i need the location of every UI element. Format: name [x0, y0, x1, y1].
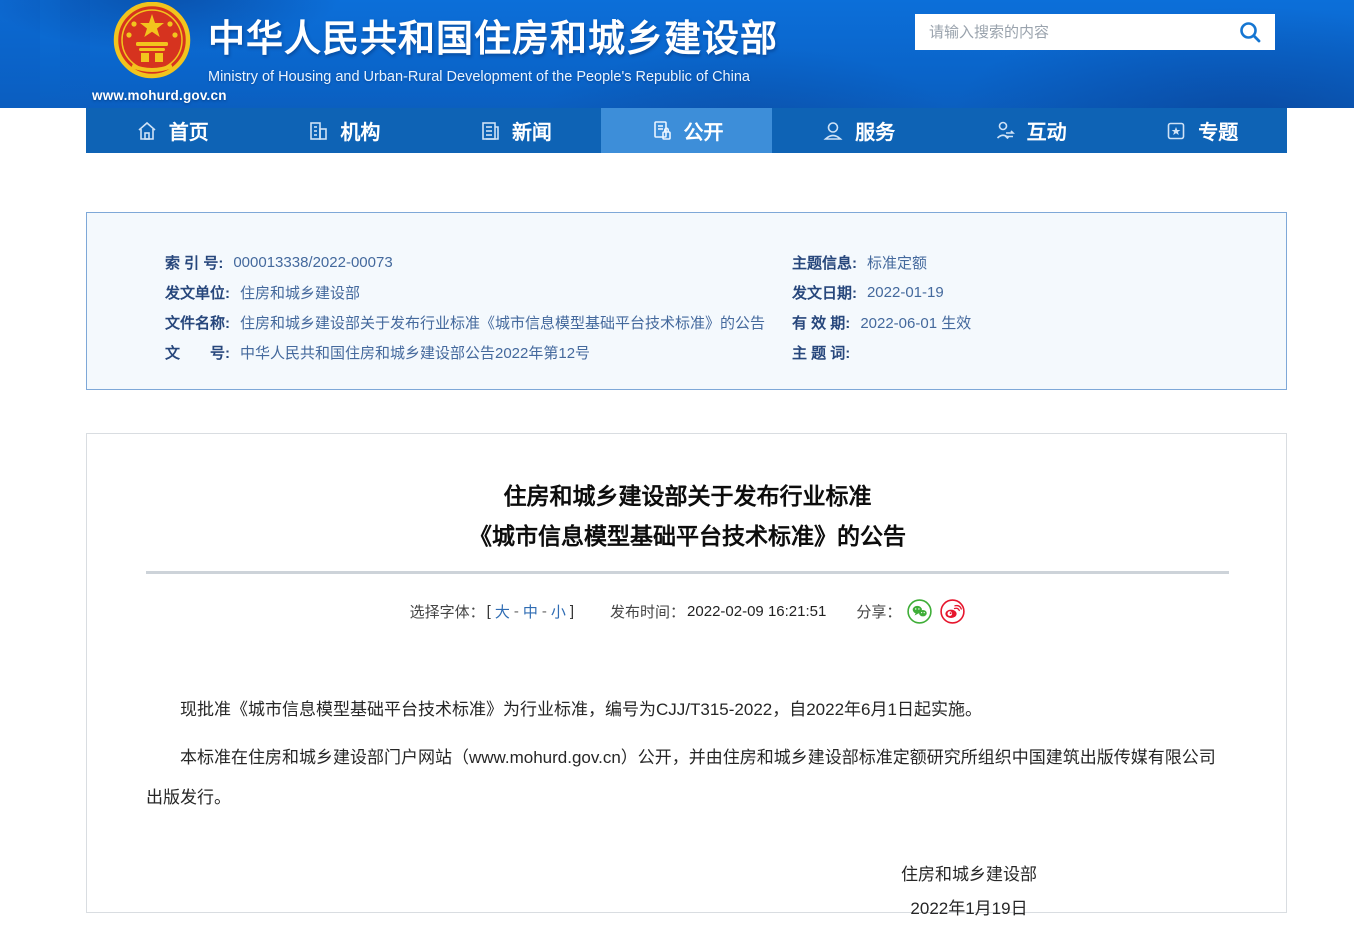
- search-icon: [1238, 20, 1262, 44]
- dash: -: [542, 603, 547, 620]
- nav-label: 互动: [1027, 116, 1067, 145]
- nav-item-news[interactable]: 新闻: [429, 108, 601, 153]
- weibo-share-icon[interactable]: [940, 599, 965, 624]
- info-value: 2022-06-01 生效: [860, 312, 971, 333]
- site-title: 中华人民共和国住房和城乡建设部: [208, 8, 778, 62]
- nav-item-service[interactable]: 服务: [772, 108, 944, 153]
- site-url: www.mohurd.gov.cn: [92, 88, 222, 103]
- home-icon: [135, 119, 159, 143]
- font-select-label: 选择字体：: [410, 601, 485, 622]
- bracket-close: ]: [570, 603, 574, 620]
- info-value: 2022-01-19: [867, 284, 944, 301]
- nav-item-organization[interactable]: 机构: [258, 108, 430, 153]
- info-label: 发文单位:: [165, 282, 230, 303]
- info-row-document-number: 文 号: 中华人民共和国住房和城乡建设部公告2022年第12号: [165, 337, 792, 367]
- national-emblem-logo: [108, 2, 196, 80]
- nav-item-home[interactable]: 首页: [86, 108, 258, 153]
- signature-org: 住房和城乡建设部: [849, 858, 1089, 892]
- publish-time-label: 发布时间：: [610, 601, 685, 622]
- article-title-line1: 住房和城乡建设部关于发布行业标准: [146, 476, 1229, 516]
- info-row-keywords: 主 题 词:: [792, 337, 1246, 367]
- info-row-validity: 有 效 期: 2022-06-01 生效: [792, 307, 1246, 337]
- topics-icon: [1164, 119, 1188, 143]
- nav-label: 服务: [855, 116, 895, 145]
- service-icon: [821, 119, 845, 143]
- info-value: 000013338/2022-00073: [233, 254, 392, 271]
- nav-label: 机构: [340, 116, 380, 145]
- article-body: 现批准《城市信息模型基础平台技术标准》为行业标准，编号为CJJ/T315-202…: [146, 690, 1229, 818]
- nav-label: 新闻: [512, 116, 552, 145]
- nav-label: 公开: [684, 116, 724, 145]
- publish-time-value: 2022-02-09 16:21:51: [687, 603, 826, 620]
- font-size-medium-button[interactable]: 中: [523, 601, 538, 622]
- font-size-large-button[interactable]: 大: [495, 601, 510, 622]
- info-value: 住房和城乡建设部关于发布行业标准《城市信息模型基础平台技术标准》的公告: [240, 312, 765, 333]
- article-title: 住房和城乡建设部关于发布行业标准 《城市信息模型基础平台技术标准》的公告: [146, 476, 1229, 556]
- interaction-icon: [993, 119, 1017, 143]
- info-row-index-number: 索 引 号: 000013338/2022-00073: [165, 247, 792, 277]
- article-title-line2: 《城市信息模型基础平台技术标准》的公告: [146, 516, 1229, 556]
- search-input[interactable]: [929, 24, 1237, 41]
- info-label: 主 题 词:: [792, 342, 850, 363]
- info-value: 住房和城乡建设部: [240, 282, 360, 303]
- info-label: 文件名称:: [165, 312, 230, 333]
- article-paragraph: 本标准在住房和城乡建设部门户网站（www.mohurd.gov.cn）公开，并由…: [146, 738, 1229, 818]
- nav-item-interaction[interactable]: 互动: [944, 108, 1116, 153]
- share-label: 分享：: [856, 601, 901, 622]
- info-row-document-name: 文件名称: 住房和城乡建设部关于发布行业标准《城市信息模型基础平台技术标准》的公…: [165, 307, 792, 337]
- main-nav: 首页 机构 新闻 公开 服务 互动: [86, 108, 1287, 153]
- search-box: [915, 14, 1275, 50]
- info-label: 有 效 期:: [792, 312, 850, 333]
- news-icon: [478, 119, 502, 143]
- dash: -: [514, 603, 519, 620]
- info-row-issue-date: 发文日期: 2022-01-19: [792, 277, 1246, 307]
- organization-icon: [306, 119, 330, 143]
- nav-item-disclosure[interactable]: 公开: [601, 108, 773, 153]
- nav-label: 首页: [169, 116, 209, 145]
- signature-block: 住房和城乡建设部 2022年1月19日: [849, 858, 1089, 926]
- signature-date: 2022年1月19日: [849, 892, 1089, 926]
- info-row-issuing-unit: 发文单位: 住房和城乡建设部: [165, 277, 792, 307]
- document-info-box: 索 引 号: 000013338/2022-00073 发文单位: 住房和城乡建…: [86, 212, 1287, 390]
- title-separator: [146, 571, 1229, 574]
- info-row-topic-info: 主题信息: 标准定额: [792, 247, 1246, 277]
- font-size-small-button[interactable]: 小: [551, 601, 566, 622]
- site-header: www.mohurd.gov.cn 中华人民共和国住房和城乡建设部 Minist…: [0, 0, 1354, 108]
- info-value: 中华人民共和国住房和城乡建设部公告2022年第12号: [240, 342, 590, 363]
- nav-label: 专题: [1198, 116, 1238, 145]
- info-value: 标准定额: [867, 252, 927, 273]
- info-label: 文 号:: [165, 342, 230, 363]
- info-label: 主题信息:: [792, 252, 857, 273]
- info-label: 发文日期:: [792, 282, 857, 303]
- info-label: 索 引 号:: [165, 252, 223, 273]
- wechat-share-icon[interactable]: [907, 599, 932, 624]
- site-subtitle: Ministry of Housing and Urban-Rural Deve…: [208, 69, 778, 85]
- article-card: 住房和城乡建设部关于发布行业标准 《城市信息模型基础平台技术标准》的公告 选择字…: [86, 433, 1287, 913]
- disclosure-icon: [650, 119, 674, 143]
- bracket-open: [: [487, 603, 491, 620]
- article-paragraph: 现批准《城市信息模型基础平台技术标准》为行业标准，编号为CJJ/T315-202…: [146, 690, 1229, 730]
- article-meta-row: 选择字体： [ 大 - 中 - 小 ] 发布时间： 2022-02-09 16:…: [146, 599, 1229, 624]
- search-button[interactable]: [1237, 19, 1263, 45]
- nav-item-topics[interactable]: 专题: [1115, 108, 1287, 153]
